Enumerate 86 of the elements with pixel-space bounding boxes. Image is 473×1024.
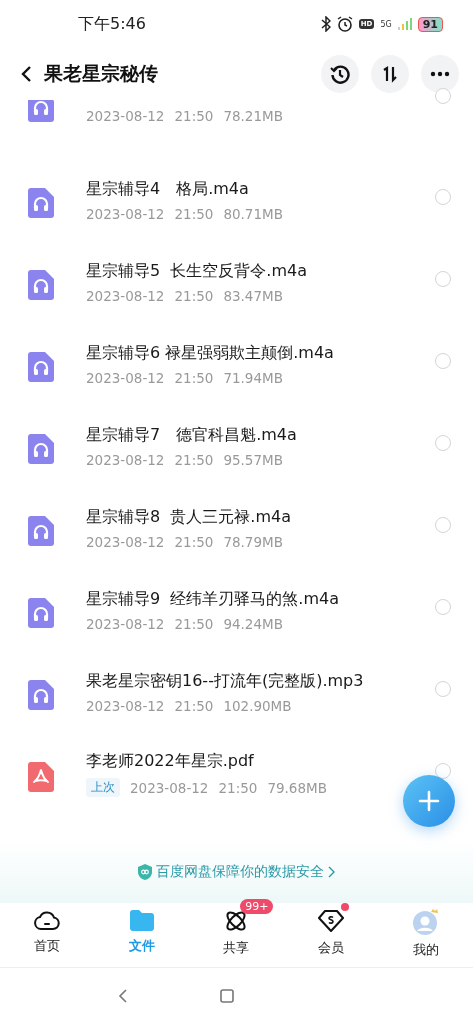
file-name[interactable]: 星宗辅导7 德官科昌魁.m4a <box>86 424 297 446</box>
file-date: 2023-08-12 <box>86 697 165 714</box>
file-name[interactable]: 星宗辅导6 禄星强弱欺主颠倒.m4a <box>86 342 334 364</box>
folder-icon <box>129 909 154 931</box>
file-time: 21:50 <box>218 779 258 796</box>
shield-icon <box>138 864 152 880</box>
file-date: 2023-08-12 <box>86 287 165 304</box>
file-size: 78.21MB <box>223 108 283 124</box>
recent-tag: 上次 <box>86 778 120 797</box>
file-name[interactable]: 星宗辅导9 经纬羊刃驿马的煞.m4a <box>86 588 339 610</box>
audio-file-icon <box>28 188 54 218</box>
status-time: 下午5:46 <box>78 13 146 35</box>
file-name[interactable]: 星宗辅导5 长生空反背令.m4a <box>86 260 307 282</box>
cloud-icon <box>34 909 61 931</box>
alarm-icon <box>336 16 353 32</box>
file-time: 21:50 <box>174 287 214 304</box>
file-time: 21:50 <box>174 451 214 468</box>
diamond-icon <box>318 909 345 933</box>
file-date: 2023-08-12 <box>130 779 209 796</box>
file-date: 2023-08-12 <box>86 533 165 550</box>
file-time: 21:50 <box>174 108 214 124</box>
file-name[interactable]: 果老星宗密钥16--打流年(完整版).mp3 <box>86 670 364 692</box>
pdf-file-icon <box>28 762 54 792</box>
file-size: 71.94MB <box>223 369 283 386</box>
file-time: 21:50 <box>174 697 214 714</box>
file-size: 83.47MB <box>223 287 283 304</box>
audio-file-icon <box>28 434 54 464</box>
audio-file-icon <box>28 598 54 628</box>
add-button[interactable] <box>403 775 455 827</box>
square-icon <box>220 989 234 1003</box>
file-time: 21:50 <box>174 615 214 632</box>
battery-level: 91 <box>417 16 443 32</box>
audio-file-icon <box>28 516 54 546</box>
tab-item[interactable]: 我的 <box>378 903 473 967</box>
nav-home-button[interactable] <box>220 989 234 1003</box>
more-button[interactable] <box>421 55 459 93</box>
select-radio[interactable] <box>435 763 451 779</box>
file-size: 78.79MB <box>223 533 283 550</box>
select-radio[interactable] <box>435 271 451 287</box>
audio-file-icon <box>28 680 54 710</box>
back-button[interactable] <box>20 65 32 83</box>
select-radio[interactable] <box>435 88 451 104</box>
file-date: 2023-08-12 <box>86 369 165 386</box>
bluetooth-icon <box>320 16 331 32</box>
orbit-icon <box>224 909 249 933</box>
back-icon <box>20 65 32 83</box>
history-button[interactable] <box>321 55 359 93</box>
more-icon <box>430 71 450 77</box>
audio-file-icon <box>28 270 54 300</box>
select-radio[interactable] <box>435 681 451 697</box>
sort-icon <box>381 65 399 83</box>
avatar-icon <box>411 909 440 935</box>
nav-back-button[interactable] <box>118 988 128 1004</box>
file-date: 2023-08-12 <box>86 615 165 632</box>
file-size: 94.24MB <box>223 615 283 632</box>
network-type: 5G <box>380 19 392 29</box>
tab-item[interactable]: 会员 <box>283 903 379 967</box>
file-name[interactable]: 星宗辅导4 格局.m4a <box>86 178 249 200</box>
file-size: 79.68MB <box>267 779 327 796</box>
file-date: 2023-08-12 <box>86 108 165 124</box>
plus-icon <box>418 790 440 812</box>
count-badge: 99+ <box>240 899 274 914</box>
file-time: 21:50 <box>174 369 214 386</box>
select-radio[interactable] <box>435 599 451 615</box>
select-radio[interactable] <box>435 189 451 205</box>
file-name[interactable]: 李老师2022年星宗.pdf <box>86 751 254 772</box>
file-size: 95.57MB <box>223 451 283 468</box>
chevron-right-icon <box>328 866 335 878</box>
select-radio[interactable] <box>435 517 451 533</box>
folder-title: 果老星宗秘传 <box>44 61 159 86</box>
file-name[interactable]: 星宗辅导8 贵人三元禄.m4a <box>86 506 291 528</box>
file-time: 21:50 <box>174 205 214 222</box>
select-radio[interactable] <box>435 435 451 451</box>
file-size: 80.71MB <box>223 205 283 222</box>
audio-file-icon <box>28 100 54 122</box>
file-date: 2023-08-12 <box>86 451 165 468</box>
audio-file-icon <box>28 352 54 382</box>
file-size: 102.90MB <box>223 697 292 714</box>
file-date: 2023-08-12 <box>86 205 165 222</box>
sort-button[interactable] <box>371 55 409 93</box>
history-icon <box>330 64 350 84</box>
back-icon <box>118 988 128 1004</box>
file-time: 21:50 <box>174 533 214 550</box>
signal-icon <box>397 18 412 30</box>
tab-item[interactable]: 首页 <box>0 903 95 967</box>
select-radio[interactable] <box>435 353 451 369</box>
